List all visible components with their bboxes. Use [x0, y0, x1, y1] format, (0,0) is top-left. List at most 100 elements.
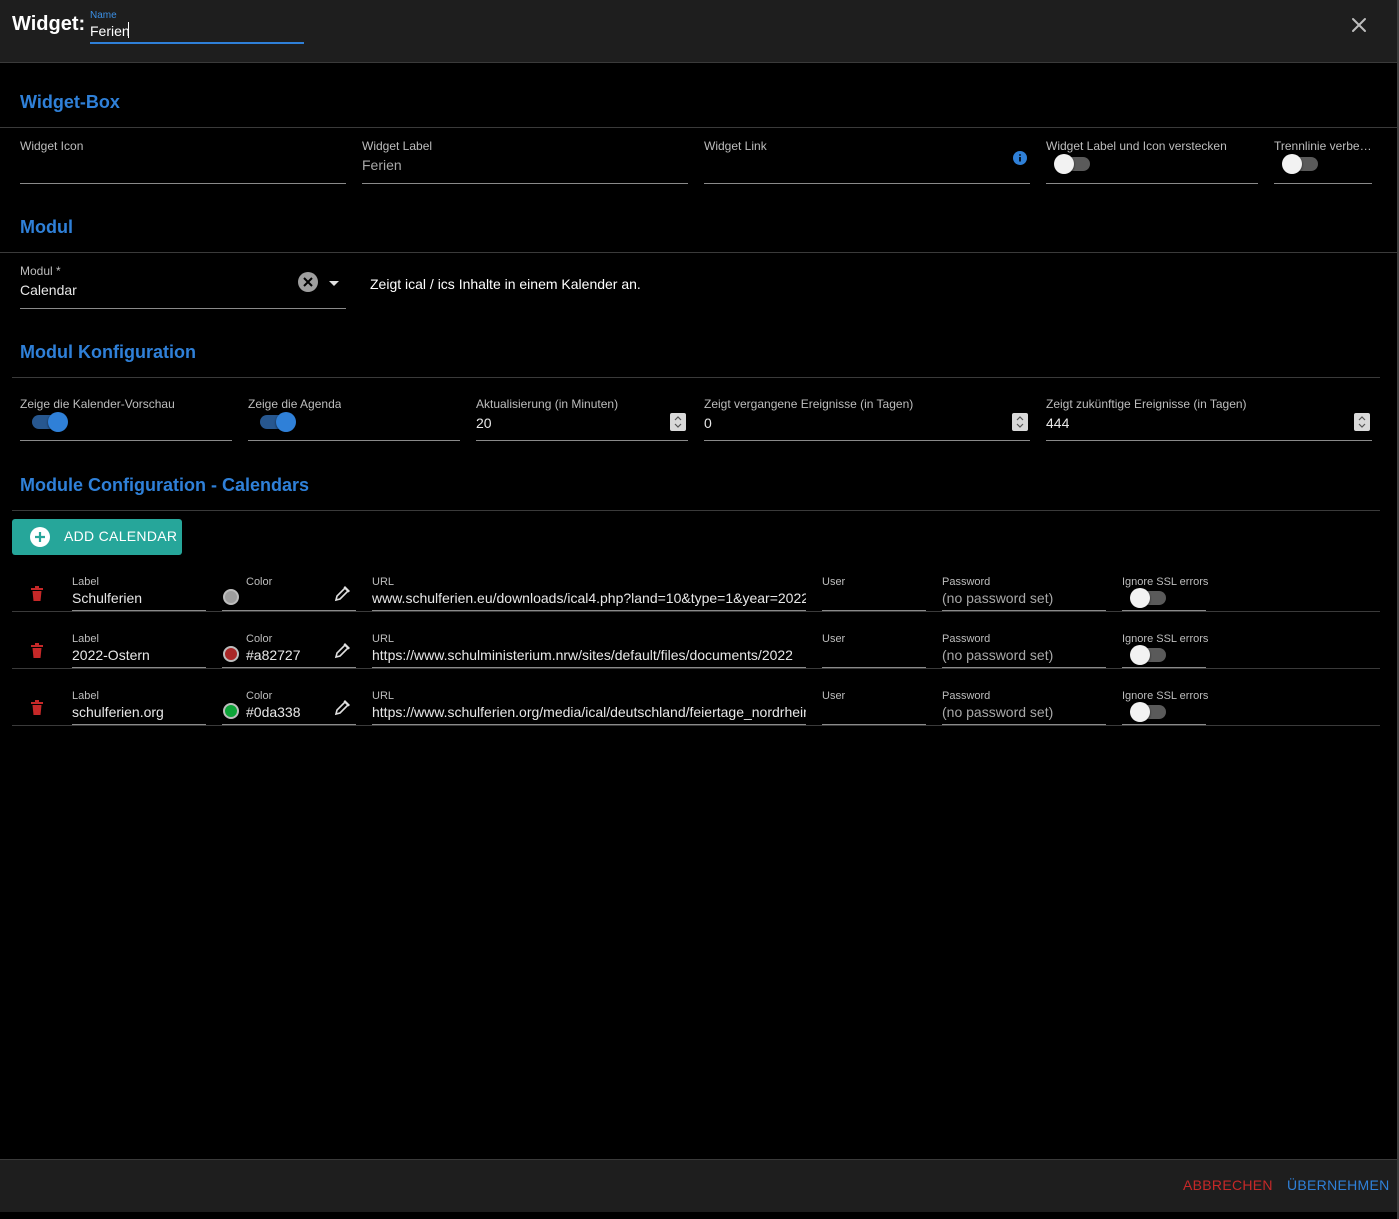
add-calendar-label: ADD CALENDAR [64, 528, 178, 544]
show-preview-label: Zeige die Kalender-Vorschau [20, 397, 175, 411]
calendar-user-label: User [822, 690, 846, 702]
calendar-url-input[interactable]: https://www.schulferien.org/media/ical/d… [372, 704, 806, 720]
widget-box-heading: Widget-Box [20, 92, 120, 112]
past-events-stepper[interactable] [1012, 413, 1028, 431]
divider [12, 510, 1380, 511]
modul-description: Zeigt ical / ics Inhalte in einem Kalend… [370, 276, 641, 292]
past-events-input[interactable]: 0 [704, 415, 994, 431]
future-events-underline [1046, 440, 1372, 441]
calendar-url-label: URL [372, 633, 395, 645]
color-swatch [223, 646, 239, 662]
name-input-underline [90, 42, 304, 44]
close-button[interactable] [1346, 12, 1372, 38]
future-events-label: Zeigt zukünftige Ereignisse (in Tagen) [1046, 397, 1247, 411]
calendar-url-input[interactable]: https://www.schulministerium.nrw/sites/d… [372, 647, 806, 663]
calendar-label-input[interactable]: Schulferien [72, 590, 202, 606]
ignore-ssl-label: Ignore SSL errors [1122, 690, 1209, 702]
calendar-user-input[interactable] [822, 590, 922, 606]
show-agenda-label: Zeige die Agenda [248, 397, 342, 411]
future-events-input[interactable]: 444 [1046, 415, 1336, 431]
row-divider [12, 668, 1380, 669]
calendar-password-label: Password [942, 576, 991, 588]
calendar-label-label: Label [72, 633, 99, 645]
past-events-label: Zeigt vergangene Ereignisse (in Tagen) [704, 397, 914, 411]
row-divider [12, 725, 1380, 726]
info-icon[interactable] [1013, 151, 1027, 165]
refresh-underline [476, 440, 688, 441]
divider [0, 127, 1397, 128]
delete-icon[interactable] [30, 586, 44, 602]
delete-icon[interactable] [30, 643, 44, 659]
widget-icon-underline [20, 183, 346, 184]
ignore-ssl-label: Ignore SSL errors [1122, 633, 1209, 645]
show-agenda-switch[interactable] [256, 412, 296, 432]
show-agenda-underline [248, 440, 460, 441]
apply-button[interactable]: ÜBERNEHMEN [1287, 1177, 1390, 1193]
ignore-ssl-switch[interactable] [1130, 645, 1170, 665]
calendar-password-label: Password [942, 690, 991, 702]
future-events-stepper[interactable] [1354, 413, 1370, 431]
dialog-title: Widget: [12, 13, 86, 35]
widget-link-input[interactable] [704, 157, 1004, 175]
divider [12, 377, 1380, 378]
calendar-password-input[interactable]: (no password set) [942, 647, 1102, 663]
hide-divider-underline [1274, 183, 1372, 184]
add-calendar-button[interactable]: ADD CALENDAR [12, 519, 182, 555]
calendar-label-input[interactable]: schulferien.org [72, 704, 202, 720]
hide-divider-switch[interactable] [1282, 154, 1322, 174]
calendar-user-label: User [822, 633, 846, 645]
ignore-ssl-label: Ignore SSL errors [1122, 576, 1209, 588]
calendar-user-label: User [822, 576, 846, 588]
calendar-label-label: Label [72, 690, 99, 702]
hide-label-icon-underline [1046, 183, 1258, 184]
widget-link-underline [704, 183, 1030, 184]
past-events-underline [704, 440, 1030, 441]
widget-link-label: Widget Link [704, 139, 767, 153]
delete-icon[interactable] [30, 700, 44, 716]
refresh-label: Aktualisierung (in Minuten) [476, 397, 619, 411]
modul-heading: Modul [20, 217, 73, 237]
widget-label-label: Widget Label [362, 139, 433, 153]
modul-config-heading: Modul Konfiguration [20, 342, 196, 362]
refresh-stepper[interactable] [670, 413, 686, 431]
calendar-password-label: Password [942, 633, 991, 645]
calendar-user-input[interactable] [822, 704, 922, 720]
calendar-url-input[interactable]: www.schulferien.eu/downloads/ical4.php?l… [372, 590, 806, 606]
divider [0, 252, 1397, 253]
color-swatch [223, 589, 239, 605]
show-preview-underline [20, 440, 232, 441]
calendar-color-input[interactable]: #a82727 [246, 647, 326, 663]
color-swatch [223, 703, 239, 719]
show-preview-switch[interactable] [28, 412, 68, 432]
modul-select-underline [20, 308, 346, 309]
calendar-label-label: Label [72, 576, 99, 588]
eyedropper-icon[interactable] [333, 583, 353, 603]
ignore-ssl-switch[interactable] [1130, 588, 1170, 608]
chevron-down-icon[interactable] [327, 276, 341, 286]
widget-label-underline [362, 183, 688, 184]
eyedropper-icon[interactable] [333, 640, 353, 660]
calendar-password-input[interactable]: (no password set) [942, 590, 1102, 606]
eyedropper-icon[interactable] [333, 697, 353, 717]
hide-label-icon-switch[interactable] [1054, 154, 1094, 174]
cancel-button[interactable]: ABBRECHEN [1183, 1177, 1273, 1193]
calendar-user-input[interactable] [822, 647, 922, 663]
hide-divider-label: Trennlinie verbergen [1274, 139, 1372, 153]
name-input[interactable]: Ferien [90, 23, 130, 39]
widget-label-input[interactable]: Ferien [362, 157, 682, 173]
calendar-label-input[interactable]: 2022-Ostern [72, 647, 202, 663]
calendar-color-input[interactable]: #0da338 [246, 704, 326, 720]
calendar-password-input[interactable]: (no password set) [942, 704, 1102, 720]
calendar-url-label: URL [372, 690, 395, 702]
text-caret [128, 22, 129, 38]
row-divider [12, 611, 1380, 612]
ignore-ssl-switch[interactable] [1130, 702, 1170, 722]
widget-icon-label: Widget Icon [20, 139, 84, 153]
calendar-url-label: URL [372, 576, 395, 588]
hide-label-icon-label: Widget Label und Icon verstecken [1046, 139, 1227, 153]
modul-select[interactable]: Calendar [20, 282, 280, 298]
widget-icon-input[interactable] [20, 157, 340, 175]
clear-selection-icon[interactable] [297, 271, 319, 293]
refresh-input[interactable]: 20 [476, 415, 656, 431]
calendar-color-label: Color [246, 690, 273, 702]
